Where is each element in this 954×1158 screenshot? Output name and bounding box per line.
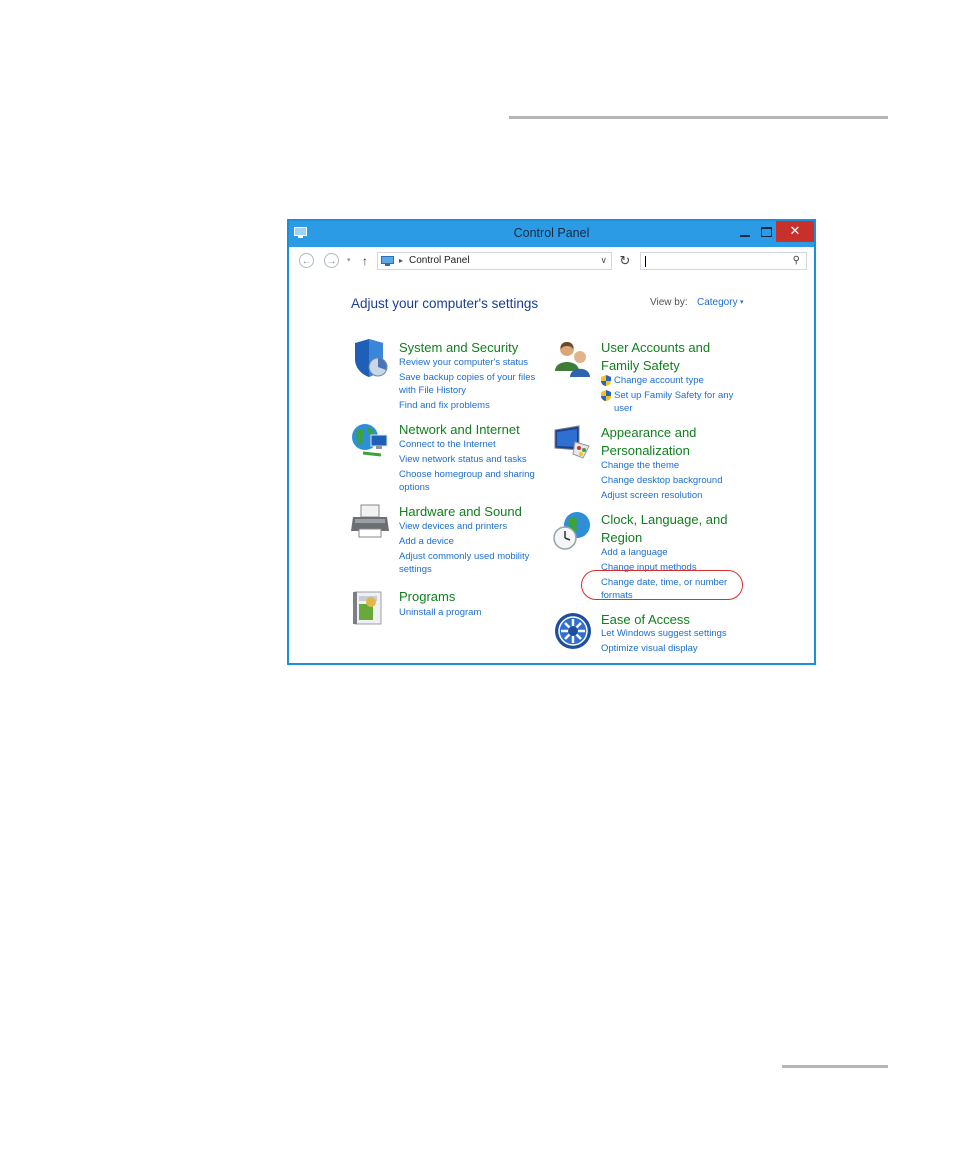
address-field[interactable]: ▸ Control Panel ∨ — [377, 252, 612, 270]
monitor-palette-icon[interactable] — [553, 424, 593, 464]
link-view-devices-and-printers[interactable]: View devices and printers — [399, 520, 507, 533]
category-appearance: Appearance and Personalization Change th… — [553, 424, 753, 504]
link-set-up-family-safety-cont[interactable]: user — [614, 402, 632, 415]
up-button[interactable]: ↑ — [362, 254, 368, 268]
link-adjust-screen-resolution[interactable]: Adjust screen resolution — [601, 489, 702, 502]
address-bar: ← → ▾ ↑ ▸ Control Panel ∨ ↻ ⚲ — [289, 247, 814, 277]
link-view-network-status[interactable]: View network status and tasks — [399, 453, 527, 466]
category-title-appearance-line1[interactable]: Appearance and — [601, 424, 696, 442]
view-by-label: View by: — [650, 297, 688, 308]
category-title-clock-line1[interactable]: Clock, Language, and — [601, 511, 727, 529]
link-save-backup-copies-cont[interactable]: with File History — [399, 384, 466, 397]
category-title-programs[interactable]: Programs — [399, 588, 455, 606]
link-choose-homegroup[interactable]: Choose homegroup and sharing — [399, 468, 535, 481]
link-uninstall-a-program[interactable]: Uninstall a program — [399, 606, 481, 619]
category-user-accounts: User Accounts and Family Safety Change a… — [553, 339, 753, 419]
category-system-and-security: System and Security Review your computer… — [351, 339, 551, 412]
programs-icon[interactable] — [351, 588, 391, 628]
maximize-button[interactable] — [756, 221, 778, 243]
category-title-user-accounts-line2[interactable]: Family Safety — [601, 357, 680, 375]
category-ease-of-access: Ease of Access Let Windows suggest setti… — [553, 611, 753, 661]
control-panel-location-icon — [381, 256, 394, 266]
uac-shield-icon — [601, 390, 611, 401]
users-icon[interactable] — [553, 339, 593, 379]
category-title-clock-line2[interactable]: Region — [601, 529, 642, 547]
minimize-button[interactable] — [734, 221, 758, 243]
link-find-and-fix-problems[interactable]: Find and fix problems — [399, 399, 490, 412]
view-by-chevron-icon[interactable]: ▾ — [740, 298, 744, 306]
breadcrumb-separator-icon[interactable]: ▸ — [399, 256, 403, 265]
printer-icon[interactable] — [351, 503, 391, 543]
category-title-hardware-and-sound[interactable]: Hardware and Sound — [399, 503, 522, 521]
recent-locations-dropdown-icon[interactable]: ▾ — [347, 256, 351, 264]
category-title-user-accounts-line1[interactable]: User Accounts and — [601, 339, 710, 357]
link-adjust-mobility-settings-cont[interactable]: settings — [399, 563, 432, 576]
link-adjust-mobility-settings[interactable]: Adjust commonly used mobility — [399, 550, 529, 563]
text-caret — [645, 256, 646, 267]
address-dropdown-icon[interactable]: ∨ — [600, 255, 607, 266]
link-optimize-visual-display[interactable]: Optimize visual display — [601, 642, 698, 655]
page-rule-bottom — [782, 1065, 888, 1068]
page-rule-top — [509, 116, 888, 119]
uac-shield-icon — [601, 375, 611, 386]
category-title-system-and-security[interactable]: System and Security — [399, 339, 518, 357]
forward-button[interactable]: → — [324, 253, 339, 268]
breadcrumb-control-panel[interactable]: Control Panel — [409, 255, 470, 266]
globe-network-icon[interactable] — [351, 421, 391, 461]
back-button[interactable]: ← — [299, 253, 314, 268]
ease-of-access-icon[interactable] — [553, 611, 593, 651]
link-choose-homegroup-cont[interactable]: options — [399, 481, 430, 494]
refresh-button[interactable]: ↻ — [616, 252, 634, 270]
control-panel-window: Control Panel ✕ ← → ▾ ↑ ▸ Control Panel … — [287, 219, 816, 665]
category-title-appearance-line2[interactable]: Personalization — [601, 442, 690, 460]
search-icon[interactable]: ⚲ — [793, 255, 800, 266]
link-let-windows-suggest-settings[interactable]: Let Windows suggest settings — [601, 627, 727, 640]
category-hardware-and-sound: Hardware and Sound View devices and prin… — [351, 503, 551, 576]
clock-globe-icon[interactable] — [553, 511, 593, 551]
search-input[interactable]: ⚲ — [640, 252, 807, 270]
category-network-and-internet: Network and Internet Connect to the Inte… — [351, 421, 551, 494]
link-set-up-family-safety[interactable]: Set up Family Safety for any — [614, 389, 733, 402]
link-add-a-language[interactable]: Add a language — [601, 546, 668, 559]
view-by-dropdown[interactable]: Category — [697, 297, 738, 308]
link-review-computer-status[interactable]: Review your computer's status — [399, 356, 528, 369]
shield-icon[interactable] — [351, 339, 391, 379]
link-change-account-type[interactable]: Change account type — [614, 374, 704, 387]
control-panel-content: Adjust your computer's settings View by:… — [289, 277, 814, 663]
title-bar[interactable]: Control Panel ✕ — [289, 221, 814, 247]
close-button[interactable]: ✕ — [776, 221, 814, 242]
link-change-the-theme[interactable]: Change the theme — [601, 459, 679, 472]
link-add-a-device[interactable]: Add a device — [399, 535, 454, 548]
link-change-desktop-background[interactable]: Change desktop background — [601, 474, 722, 487]
highlight-circle — [581, 570, 743, 600]
category-title-network-and-internet[interactable]: Network and Internet — [399, 421, 520, 439]
link-save-backup-copies[interactable]: Save backup copies of your files — [399, 371, 535, 384]
page-title: Adjust your computer's settings — [351, 296, 539, 311]
link-connect-to-internet[interactable]: Connect to the Internet — [399, 438, 496, 451]
category-programs: Programs Uninstall a program — [351, 588, 551, 628]
